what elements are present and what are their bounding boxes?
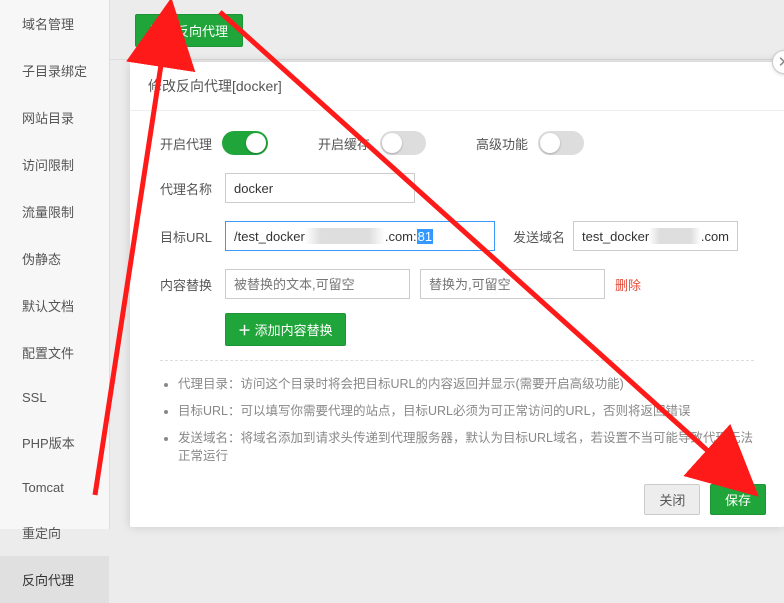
switch-row: 开启代理 开启缓存 高级功能 xyxy=(160,131,754,155)
enable-cache-label: 开启缓存 xyxy=(318,134,370,153)
send-domain-label: 发送域名 xyxy=(513,227,573,246)
sidebar-item-defaultdoc[interactable]: 默认文档 xyxy=(0,282,109,329)
sidebar-item-php[interactable]: PHP版本 xyxy=(0,419,109,466)
sidebar-item-tomcat[interactable]: Tomcat xyxy=(0,466,109,509)
close-button[interactable]: 关闭 xyxy=(644,484,700,515)
sidebar-item-rewrite[interactable]: 伪静态 xyxy=(0,235,109,282)
sidebar-item-reverse-proxy[interactable]: 反向代理 xyxy=(0,556,109,603)
selected-port: 81 xyxy=(417,229,433,244)
enable-proxy-label: 开启代理 xyxy=(160,134,212,153)
delete-replace-link[interactable]: 删除 xyxy=(615,275,641,294)
plus-icon: ＋ xyxy=(238,323,251,338)
sidebar-item-redirect[interactable]: 重定向 xyxy=(0,509,109,556)
replace-from-input[interactable] xyxy=(225,269,410,299)
hints-list: 代理目录：访问这个目录时将会把目标URL的内容返回并显示(需要开启高级功能) 目… xyxy=(160,360,754,474)
sidebar-item-traffic[interactable]: 流量限制 xyxy=(0,188,109,235)
save-button[interactable]: 保存 xyxy=(710,484,766,515)
modal-footer: 关闭 保存 xyxy=(130,474,784,527)
sidebar-item-access[interactable]: 访问限制 xyxy=(0,141,109,188)
hint-item: 代理目录：访问这个目录时将会把目标URL的内容返回并显示(需要开启高级功能) xyxy=(178,375,754,394)
enable-proxy-toggle[interactable] xyxy=(222,131,268,155)
proxy-name-input[interactable] xyxy=(225,173,415,203)
advanced-toggle[interactable] xyxy=(538,131,584,155)
sidebar-item-sitedir[interactable]: 网站目录 xyxy=(0,94,109,141)
send-domain-input[interactable]: test_docker.com xyxy=(573,221,738,251)
target-url-input[interactable]: /test_docker.com:81 xyxy=(225,221,495,251)
sidebar-item-ssl[interactable]: SSL xyxy=(0,376,109,419)
add-proxy-button[interactable]: 添加反向代理 xyxy=(135,14,243,47)
edit-proxy-modal: 修改反向代理[docker] ✕ 开启代理 开启缓存 高级功能 代理名称 目标U… xyxy=(130,62,784,527)
advanced-label: 高级功能 xyxy=(476,134,528,153)
sidebar: 域名管理 子目录绑定 网站目录 访问限制 流量限制 伪静态 默认文档 配置文件 … xyxy=(0,0,110,529)
sidebar-item-config[interactable]: 配置文件 xyxy=(0,329,109,376)
target-url-label: 目标URL xyxy=(160,227,225,246)
sidebar-item-subdir[interactable]: 子目录绑定 xyxy=(0,47,109,94)
hint-item: 发送域名：将域名添加到请求头传递到代理服务器，默认为目标URL域名，若设置不当可… xyxy=(178,429,754,467)
content-replace-label: 内容替换 xyxy=(160,275,225,294)
proxy-name-label: 代理名称 xyxy=(160,179,225,198)
sidebar-item-domain[interactable]: 域名管理 xyxy=(0,0,109,47)
modal-body: 开启代理 开启缓存 高级功能 代理名称 目标URL /test_docker.c… xyxy=(130,111,784,474)
topbar: 添加反向代理 xyxy=(110,0,784,60)
enable-cache-toggle[interactable] xyxy=(380,131,426,155)
replace-to-input[interactable] xyxy=(420,269,605,299)
add-replace-button[interactable]: ＋ 添加内容替换 xyxy=(225,313,346,346)
modal-title: 修改反向代理[docker] xyxy=(130,62,784,111)
hint-item: 目标URL：可以填写你需要代理的站点，目标URL必须为可正常访问的URL，否则将… xyxy=(178,402,754,421)
